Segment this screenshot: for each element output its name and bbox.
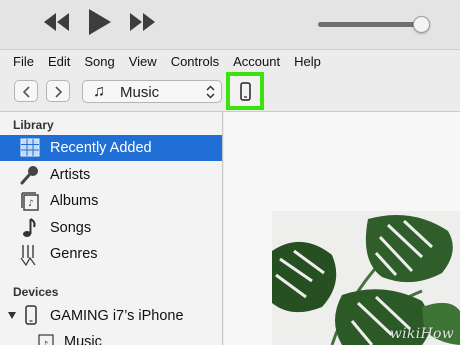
sidebar-item-label: Artists xyxy=(50,167,91,183)
sidebar-item-label: Music xyxy=(64,334,102,345)
guitar-icon xyxy=(20,245,36,266)
sidebar-item-device[interactable]: GAMING i7’s iPhone xyxy=(0,303,222,329)
library-header: Library xyxy=(13,118,54,132)
svg-text:♪: ♪ xyxy=(28,199,34,209)
fast-forward-icon[interactable] xyxy=(130,13,156,31)
sidebar-item-albums[interactable]: ♪ Albums xyxy=(0,188,222,214)
menu-view[interactable]: View xyxy=(129,54,157,69)
album-artwork[interactable]: wikiHow xyxy=(272,211,460,345)
music-note-icon: ♫ xyxy=(93,83,105,100)
media-kind-label: Music xyxy=(120,84,160,101)
menu-file[interactable]: File xyxy=(13,54,34,69)
music-note-icon xyxy=(23,218,36,237)
devices-header: Devices xyxy=(13,285,59,299)
iphone-icon xyxy=(25,305,37,325)
sidebar-item-label: Albums xyxy=(50,193,99,209)
menu-bar: File Edit Song View Controls Account Hel… xyxy=(0,50,460,72)
volume-slider[interactable] xyxy=(318,16,431,33)
device-button[interactable] xyxy=(226,72,264,110)
chevron-updown-icon xyxy=(206,85,215,99)
monstera-leaf-image xyxy=(272,211,460,345)
iphone-icon xyxy=(240,82,251,101)
play-icon[interactable] xyxy=(89,9,111,35)
sidebar-item-artists[interactable]: Artists xyxy=(0,162,222,188)
menu-account[interactable]: Account xyxy=(233,54,280,69)
menu-song[interactable]: Song xyxy=(84,54,114,69)
grid-icon xyxy=(20,138,40,157)
menu-edit[interactable]: Edit xyxy=(48,54,70,69)
sidebar-item-label: Recently Added xyxy=(50,140,152,156)
sidebar-item-label: Genres xyxy=(50,246,98,262)
forward-button[interactable] xyxy=(46,80,70,102)
sidebar-item-genres[interactable]: Genres xyxy=(0,241,222,267)
sidebar-item-device-music[interactable]: ♪ Music xyxy=(0,329,222,345)
microphone-icon xyxy=(20,166,38,185)
player-bar xyxy=(0,0,460,50)
media-kind-select[interactable]: ♫ Music xyxy=(82,80,222,103)
back-button[interactable] xyxy=(14,80,38,102)
sidebar-item-recently-added[interactable]: Recently Added xyxy=(0,135,222,161)
disclosure-triangle-icon[interactable] xyxy=(8,312,16,319)
music-note-icon: ♪ xyxy=(38,334,54,345)
sidebar-item-songs[interactable]: Songs xyxy=(0,215,222,241)
volume-knob[interactable] xyxy=(413,16,431,33)
sidebar-item-label: Songs xyxy=(50,220,92,236)
svg-text:♪: ♪ xyxy=(42,340,48,345)
chevron-right-icon xyxy=(55,86,63,98)
album-icon: ♪ xyxy=(21,192,39,211)
main-content: wikiHow xyxy=(224,112,460,345)
menu-controls[interactable]: Controls xyxy=(171,54,219,69)
volume-fill xyxy=(318,22,423,27)
rewind-icon[interactable] xyxy=(44,13,70,31)
chevron-left-icon xyxy=(22,86,30,98)
device-name-label: GAMING i7’s iPhone xyxy=(50,308,184,324)
menu-help[interactable]: Help xyxy=(294,54,321,69)
sidebar: Library Recently Added Artists ♪ Albums xyxy=(0,112,223,345)
wikihow-watermark: wikiHow xyxy=(389,326,454,342)
